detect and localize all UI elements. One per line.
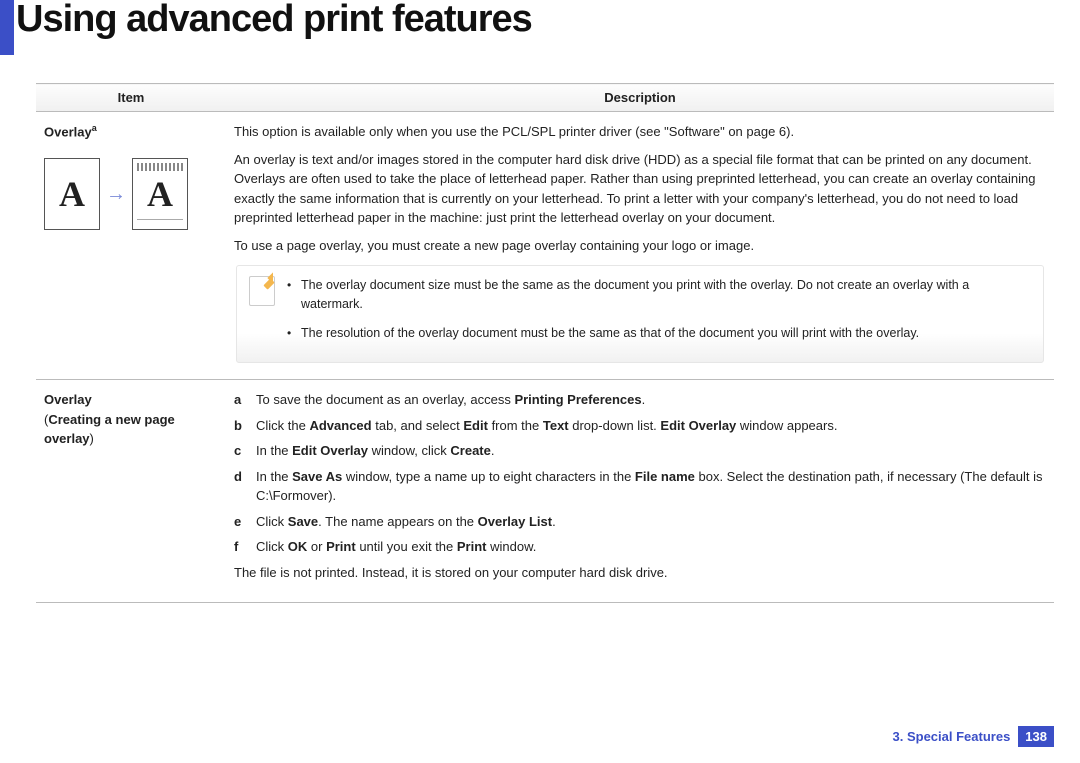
overlay-desc-availability: This option is available only when you u… bbox=[234, 122, 1046, 142]
title-accent bbox=[0, 0, 14, 55]
description-cell-overlay: This option is available only when you u… bbox=[226, 112, 1054, 380]
step-f: f Click OK or Print until you exit the P… bbox=[234, 537, 1046, 557]
page-title: Using advanced print features bbox=[14, 0, 532, 55]
item-sublabel: (Creating a new page overlay) bbox=[44, 410, 218, 449]
col-header-description: Description bbox=[226, 84, 1054, 112]
overlay-figure-blank-page: A bbox=[44, 158, 100, 230]
step-trailing-note: The file is not printed. Instead, it is … bbox=[234, 563, 1046, 583]
step-c: c In the Edit Overlay window, click Crea… bbox=[234, 441, 1046, 461]
step-d: d In the Save As window, type a name up … bbox=[234, 467, 1046, 506]
note-icon bbox=[249, 276, 275, 306]
table-row: Overlaya A → A This option is available … bbox=[36, 112, 1054, 380]
item-label: Overlay bbox=[44, 124, 92, 139]
table-row: Overlay (Creating a new page overlay) a … bbox=[36, 380, 1054, 603]
page-footer: 3. Special Features 138 bbox=[893, 726, 1054, 747]
step-e: e Click Save. The name appears on the Ov… bbox=[234, 512, 1046, 532]
item-cell-overlay-create: Overlay (Creating a new page overlay) bbox=[36, 380, 226, 603]
chapter-label: 3. Special Features bbox=[893, 729, 1011, 744]
arrow-right-icon: → bbox=[106, 179, 126, 209]
step-a: a To save the document as an overlay, ac… bbox=[234, 390, 1046, 410]
overlay-figure-letterhead-page: A bbox=[132, 158, 188, 230]
overlay-desc-usage: To use a page overlay, you must create a… bbox=[234, 236, 1046, 256]
item-label: Overlay bbox=[44, 390, 218, 410]
page-title-bar: Using advanced print features bbox=[0, 0, 1080, 55]
description-cell-overlay-create: a To save the document as an overlay, ac… bbox=[226, 380, 1054, 603]
overlay-desc-definition: An overlay is text and/or images stored … bbox=[234, 150, 1046, 228]
steps-list: a To save the document as an overlay, ac… bbox=[234, 390, 1046, 557]
note-item: The overlay document size must be the sa… bbox=[287, 276, 1029, 314]
note-box: The overlay document size must be the sa… bbox=[236, 265, 1044, 363]
overlay-figure: A → A bbox=[44, 158, 218, 230]
item-cell-overlay: Overlaya A → A bbox=[36, 112, 226, 380]
item-footnote-marker: a bbox=[92, 123, 97, 133]
col-header-item: Item bbox=[36, 84, 226, 112]
features-table: Item Description Overlaya A → A This opt… bbox=[36, 83, 1054, 603]
step-b: b Click the Advanced tab, and select Edi… bbox=[234, 416, 1046, 436]
content-area: Item Description Overlaya A → A This opt… bbox=[0, 83, 1080, 603]
page-number: 138 bbox=[1018, 726, 1054, 747]
note-item: The resolution of the overlay document m… bbox=[287, 324, 1029, 343]
